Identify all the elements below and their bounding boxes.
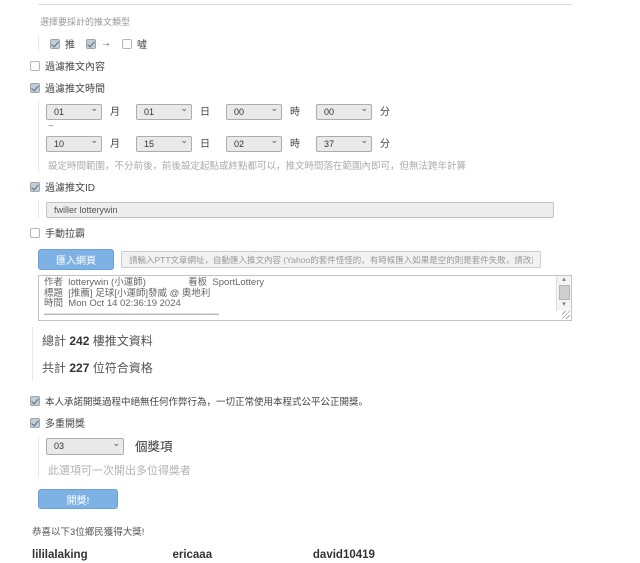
prize-count-select[interactable]: 03 (46, 438, 124, 455)
start-day-group: 01 ⌄ 日 (136, 102, 226, 120)
manual-slot-option[interactable]: 手動拉霸 (30, 225, 640, 240)
article-content: 作者 lotterywin (小運師) 看板 SportLottery 標題 [… (39, 276, 555, 321)
end-month-select[interactable]: 10 (46, 136, 102, 152)
manual-slot-label: 手動拉霸 (45, 225, 85, 240)
import-row: 匯入網頁 (38, 249, 640, 270)
manual-slot-checkbox[interactable] (30, 228, 40, 238)
qualified-stat: 共計 227 位符合資格 (32, 354, 640, 381)
end-hour-group: 02 ⌄ 時 (226, 134, 316, 152)
month-unit-label: 月 (110, 103, 120, 118)
range-separator: ~ (48, 121, 640, 132)
end-minute-select[interactable]: 37 (316, 136, 372, 152)
type-push-label: 推 (65, 36, 75, 51)
draw-button[interactable]: 開獎! (38, 489, 118, 509)
scroll-up-icon[interactable]: ▴ (562, 276, 566, 284)
day-unit-label: 日 (200, 103, 210, 118)
filter-id-block (38, 200, 640, 218)
multi-draw-label: 多重開獎 (45, 415, 85, 430)
top-divider (38, 4, 572, 5)
type-push-option[interactable]: 推 (50, 36, 75, 51)
time-start-row: 01 ⌄ 月 01 ⌄ 日 00 ⌄ 時 (46, 101, 640, 120)
pledge-label: 本人承諾開獎過程中絕無任何作弊行為，一切正常使用本程式公平公正開獎。 (45, 394, 368, 408)
type-push-checkbox[interactable] (50, 39, 60, 49)
filter-content-label: 過濾推文內容 (45, 58, 105, 73)
start-hour-select[interactable]: 00 (226, 104, 282, 120)
lottery-tool-page: 選擇要採計的推文類型 推 → 噓 過濾推文內容 過濾推文時間 01 ⌄ (0, 0, 640, 445)
multi-draw-checkbox[interactable] (30, 418, 40, 428)
winner-name: ericaaa (172, 549, 308, 561)
multi-draw-option[interactable]: 多重開獎 (30, 415, 640, 430)
start-day-select[interactable]: 01 (136, 104, 192, 120)
prize-unit-label: 個獎項 (135, 436, 173, 455)
total-suffix: 樓推文資料 (93, 334, 153, 348)
start-month-select[interactable]: 01 (46, 104, 102, 120)
time-end-row: 10 ⌄ 月 15 ⌄ 日 02 ⌄ 時 (46, 133, 640, 152)
import-button[interactable]: 匯入網頁 (38, 249, 114, 270)
resize-grip-icon[interactable] (562, 311, 570, 319)
type-boo-checkbox[interactable] (122, 39, 132, 49)
scrollbar-thumb[interactable] (559, 285, 570, 300)
multi-draw-block: 03 ⌄ 個獎項 此選項可一次開出多位得獎者 (38, 436, 640, 478)
minute-unit-label: 分 (380, 135, 390, 150)
filter-time-label: 過濾推文時間 (45, 80, 105, 95)
end-month-group: 10 ⌄ 月 (46, 134, 136, 152)
minute-unit-label: 分 (380, 103, 390, 118)
type-arrow-checkbox[interactable] (86, 39, 96, 49)
month-unit-label: 月 (110, 135, 120, 150)
prize-count-row: 03 ⌄ 個獎項 (46, 436, 640, 455)
hour-unit-label: 時 (290, 103, 300, 118)
textarea-scrollbar[interactable]: ▴ ▾ (556, 276, 571, 311)
type-arrow-label: → (101, 38, 111, 49)
article-textarea[interactable]: 作者 lotterywin (小運師) 看板 SportLottery 標題 [… (38, 275, 572, 321)
filter-content-checkbox[interactable] (30, 61, 40, 71)
scroll-down-icon[interactable]: ▾ (562, 301, 566, 309)
qualified-count: 227 (69, 361, 89, 375)
filter-time-checkbox[interactable] (30, 83, 40, 93)
total-prefix: 總計 (42, 334, 66, 348)
type-arrow-option[interactable]: → (86, 38, 111, 49)
filter-content-option[interactable]: 過濾推文內容 (30, 58, 640, 73)
winners-list: lililalaking ericaaa david10419 (32, 545, 640, 563)
filter-id-checkbox[interactable] (30, 182, 40, 192)
total-comments-stat: 總計 242 樓推文資料 (32, 327, 640, 354)
total-count: 242 (69, 334, 89, 348)
filter-id-input[interactable] (46, 202, 554, 218)
start-minute-group: 00 ⌄ 分 (316, 102, 406, 120)
end-day-select[interactable]: 15 (136, 136, 192, 152)
filter-id-label: 過濾推文ID (45, 179, 95, 194)
start-month-group: 01 ⌄ 月 (46, 102, 136, 120)
end-day-group: 15 ⌄ 日 (136, 134, 226, 152)
comment-type-options: 推 → 噓 (38, 36, 640, 51)
pledge-option[interactable]: 本人承諾開獎過程中絕無任何作弊行為，一切正常使用本程式公平公正開獎。 (30, 394, 640, 408)
time-range-block: 01 ⌄ 月 01 ⌄ 日 00 ⌄ 時 (38, 101, 640, 172)
day-unit-label: 日 (200, 135, 210, 150)
import-url-input[interactable] (121, 251, 541, 268)
comment-type-label: 選擇要採計的推文類型 (40, 15, 640, 28)
winner-name: david10419 (313, 549, 449, 561)
end-hour-select[interactable]: 02 (226, 136, 282, 152)
multi-draw-hint: 此選項可一次開出多位得獎者 (48, 462, 640, 478)
filter-time-option[interactable]: 過濾推文時間 (30, 80, 640, 95)
start-hour-group: 00 ⌄ 時 (226, 102, 316, 120)
result-message: 恭喜以下3位鄉民獲得大獎! (32, 524, 640, 538)
time-range-hint: 設定時間範圍，不分前後，前後設定起點或終點都可以，推文時間落在範圍內即可，但無法… (48, 158, 640, 172)
type-boo-label: 噓 (137, 36, 147, 51)
qualified-suffix: 位符合資格 (93, 361, 153, 375)
end-minute-group: 37 ⌄ 分 (316, 134, 406, 152)
qualified-prefix: 共計 (42, 361, 66, 375)
winner-name: lililalaking (32, 549, 168, 561)
filter-id-option[interactable]: 過濾推文ID (30, 179, 640, 194)
hour-unit-label: 時 (290, 135, 300, 150)
type-boo-option[interactable]: 噓 (122, 36, 147, 51)
pledge-checkbox[interactable] (30, 396, 40, 406)
start-minute-select[interactable]: 00 (316, 104, 372, 120)
